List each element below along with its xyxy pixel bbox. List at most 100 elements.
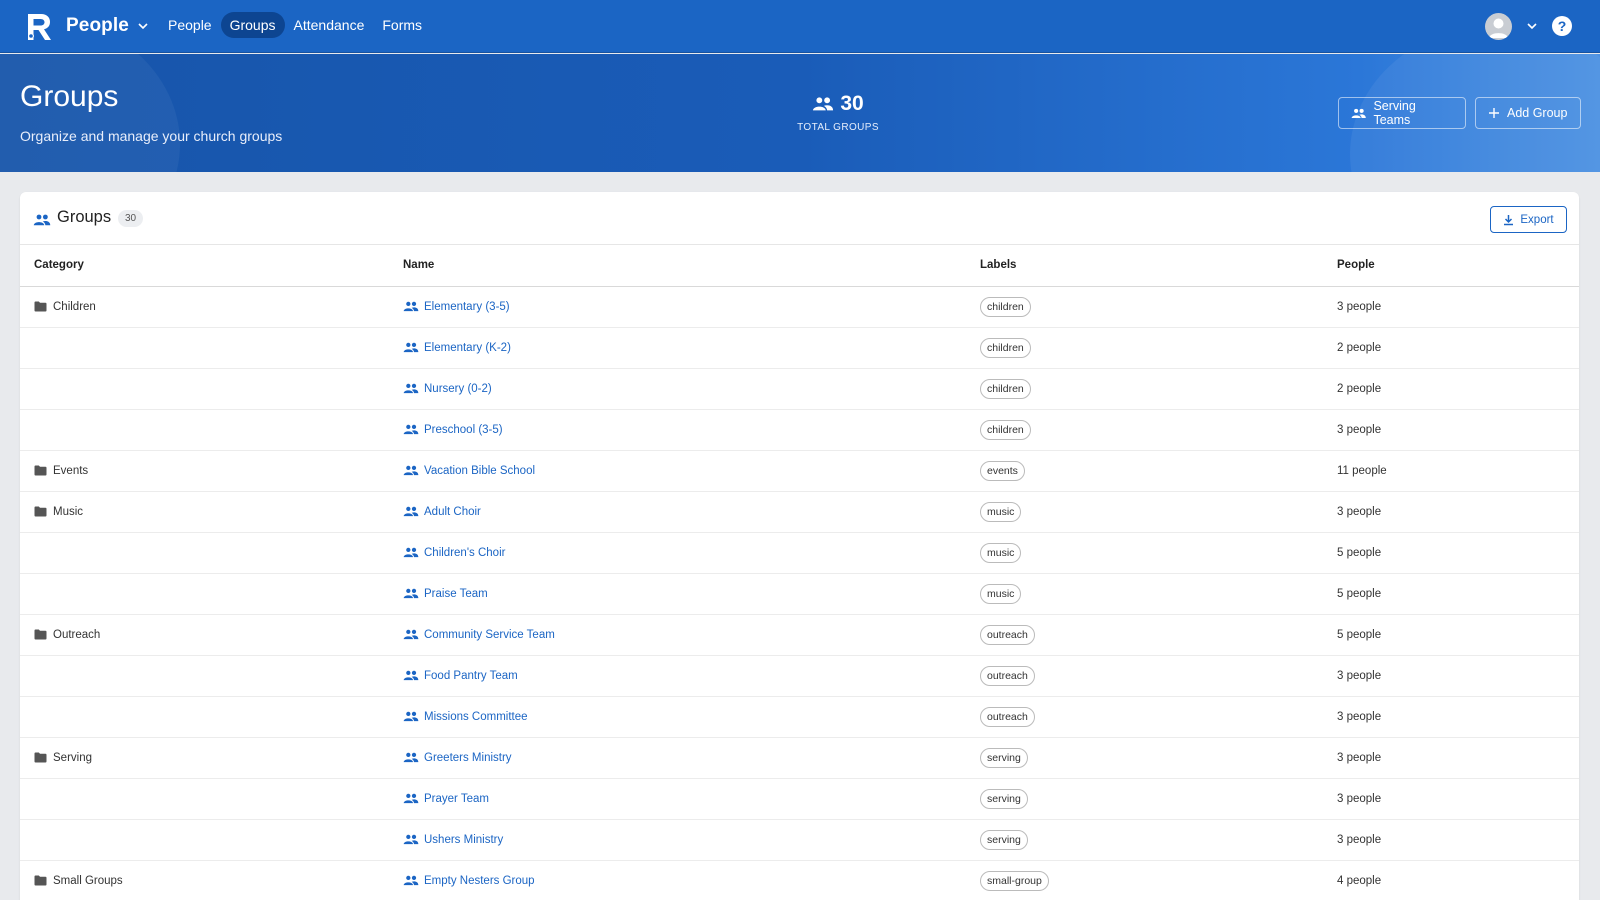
table-row: Prayer Team serving 3 people — [20, 778, 1579, 820]
group-name-link[interactable]: Praise Team — [424, 588, 488, 600]
category-cell — [20, 573, 403, 615]
table-row: Children's Choir music 5 people — [20, 532, 1579, 574]
people-group-icon — [403, 547, 419, 558]
column-header-labels[interactable]: Labels — [980, 245, 1337, 287]
nav-item-groups[interactable]: Groups — [220, 12, 285, 38]
main-nav: People Groups Attendance Forms — [159, 12, 431, 38]
group-label-badge: outreach — [980, 624, 1035, 645]
folder-icon — [34, 875, 47, 886]
group-name-link[interactable]: Food Pantry Team — [424, 670, 518, 682]
people-count-cell: 5 people — [1337, 573, 1579, 615]
column-header-category[interactable]: Category — [20, 245, 403, 287]
group-label-badge: children — [980, 419, 1031, 440]
help-icon[interactable]: ? — [1552, 16, 1572, 36]
category-cell — [20, 409, 403, 451]
group-name-link[interactable]: Empty Nesters Group — [424, 875, 535, 887]
labels-cell: children — [980, 286, 1337, 328]
user-avatar[interactable] — [1485, 13, 1512, 40]
total-groups-label: TOTAL GROUPS — [797, 122, 879, 133]
category-cell: Children — [20, 286, 403, 328]
app-logo-icon[interactable] — [24, 12, 54, 42]
table-row: Small Groups Empty Nesters Group small-g… — [20, 860, 1579, 900]
folder-icon — [34, 301, 47, 312]
export-label: Export — [1520, 213, 1554, 226]
category-label: Events — [53, 464, 89, 477]
group-name-link[interactable]: Community Service Team — [424, 629, 555, 641]
group-link-wrap[interactable]: Food Pantry Team — [403, 670, 980, 682]
column-header-people[interactable]: People — [1337, 245, 1579, 287]
group-link-wrap[interactable]: Prayer Team — [403, 793, 980, 805]
group-name-link[interactable]: Adult Choir — [424, 506, 481, 518]
group-link-wrap[interactable]: Elementary (K-2) — [403, 342, 980, 354]
table-row: Serving Greeters Ministry serving 3 peop… — [20, 737, 1579, 779]
group-link-wrap[interactable]: Nursery (0-2) — [403, 383, 980, 395]
name-cell: Empty Nesters Group — [403, 860, 980, 900]
table-body: Children Elementary (3-5) children 3 peo… — [20, 286, 1579, 900]
add-group-button[interactable]: Add Group — [1475, 97, 1581, 129]
people-count-cell: 3 people — [1337, 737, 1579, 779]
table-row: Ushers Ministry serving 3 people — [20, 819, 1579, 861]
group-link-wrap[interactable]: Preschool (3-5) — [403, 424, 980, 436]
group-link-wrap[interactable]: Children's Choir — [403, 547, 980, 559]
serving-teams-button[interactable]: Serving Teams — [1338, 97, 1466, 129]
card-header: Groups 30 Export — [20, 192, 1579, 245]
table-row: Nursery (0-2) children 2 people — [20, 368, 1579, 410]
people-group-icon — [403, 301, 419, 312]
group-name-link[interactable]: Greeters Ministry — [424, 752, 512, 764]
people-count-cell: 5 people — [1337, 532, 1579, 574]
group-name-link[interactable]: Children's Choir — [424, 547, 505, 559]
name-cell: Adult Choir — [403, 491, 980, 533]
category-cell — [20, 778, 403, 820]
group-link-wrap[interactable]: Praise Team — [403, 588, 980, 600]
group-name-link[interactable]: Vacation Bible School — [424, 465, 535, 477]
labels-cell: children — [980, 327, 1337, 369]
category-label: Small Groups — [53, 874, 123, 887]
people-count-cell: 3 people — [1337, 491, 1579, 533]
serving-teams-label: Serving Teams — [1373, 99, 1416, 127]
labels-cell: serving — [980, 819, 1337, 861]
labels-cell: outreach — [980, 696, 1337, 738]
people-count-cell: 3 people — [1337, 696, 1579, 738]
group-link-wrap[interactable]: Greeters Ministry — [403, 752, 980, 764]
group-label-badge: children — [980, 296, 1031, 317]
labels-cell: small-group — [980, 860, 1337, 900]
user-menu-chevron-icon[interactable] — [1526, 20, 1538, 32]
people-count-cell: 3 people — [1337, 409, 1579, 451]
group-link-wrap[interactable]: Ushers Ministry — [403, 834, 980, 846]
group-link-wrap[interactable]: Missions Committee — [403, 711, 980, 723]
nav-item-forms[interactable]: Forms — [373, 12, 431, 38]
page-subtitle: Organize and manage your church groups — [20, 128, 283, 144]
table-row: Children Elementary (3-5) children 3 peo… — [20, 286, 1579, 328]
app-switcher[interactable]: People — [66, 15, 149, 37]
group-link-wrap[interactable]: Vacation Bible School — [403, 465, 980, 477]
labels-cell: outreach — [980, 655, 1337, 697]
category-wrap: Events — [34, 465, 403, 477]
group-name-link[interactable]: Preschool (3-5) — [424, 424, 503, 436]
nav-item-people[interactable]: People — [159, 12, 221, 38]
name-cell: Food Pantry Team — [403, 655, 980, 697]
export-button[interactable]: Export — [1490, 206, 1567, 233]
column-header-name[interactable]: Name — [403, 245, 980, 287]
group-name-link[interactable]: Ushers Ministry — [424, 834, 503, 846]
group-name-link[interactable]: Elementary (3-5) — [424, 301, 510, 313]
labels-cell: serving — [980, 737, 1337, 779]
group-name-link[interactable]: Missions Committee — [424, 711, 528, 723]
group-name-link[interactable]: Nursery (0-2) — [424, 383, 492, 395]
people-count-cell: 3 people — [1337, 778, 1579, 820]
group-link-wrap[interactable]: Elementary (3-5) — [403, 301, 980, 313]
group-name-link[interactable]: Prayer Team — [424, 793, 489, 805]
group-link-wrap[interactable]: Adult Choir — [403, 506, 980, 518]
group-label-badge: serving — [980, 788, 1028, 809]
table-row: Food Pantry Team outreach 3 people — [20, 655, 1579, 697]
page-title: Groups — [20, 80, 119, 113]
group-label-badge: children — [980, 337, 1031, 358]
group-name-link[interactable]: Elementary (K-2) — [424, 342, 511, 354]
category-wrap: Outreach — [34, 629, 403, 641]
group-link-wrap[interactable]: Empty Nesters Group — [403, 875, 980, 887]
nav-item-attendance[interactable]: Attendance — [285, 12, 374, 38]
category-wrap: Small Groups — [34, 875, 403, 887]
category-cell — [20, 532, 403, 574]
table-row: Praise Team music 5 people — [20, 573, 1579, 615]
people-count-cell: 3 people — [1337, 286, 1579, 328]
group-link-wrap[interactable]: Community Service Team — [403, 629, 980, 641]
